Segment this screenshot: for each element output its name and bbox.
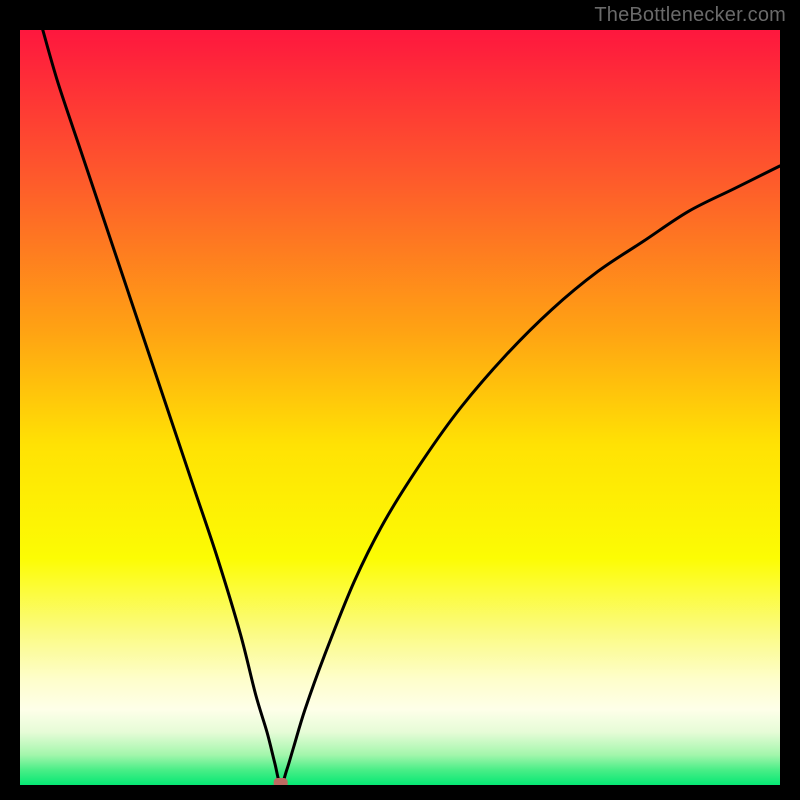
gradient-background xyxy=(20,30,780,785)
chart-stage: TheBottlenecker.com xyxy=(0,0,800,800)
watermark-text: TheBottlenecker.com xyxy=(594,4,786,27)
minimum-marker xyxy=(274,778,288,785)
plot-area xyxy=(20,30,780,785)
bottleneck-chart xyxy=(20,30,780,785)
